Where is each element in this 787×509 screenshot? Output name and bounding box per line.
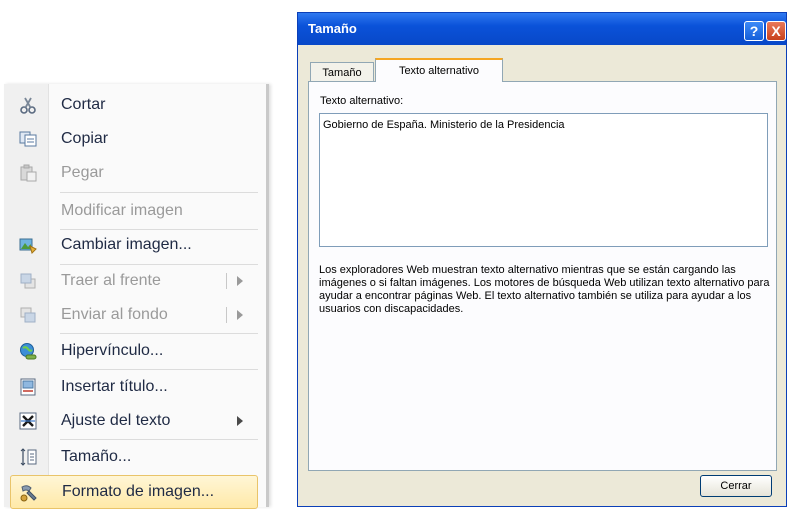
format-picture-icon (19, 483, 39, 503)
menu-item-ajuste-del-texto[interactable]: Ajuste del texto (4, 404, 266, 438)
tab-texto-alternativo[interactable]: Texto alternativo (375, 58, 503, 82)
tab-panel: Texto alternativo: Gobierno de España. M… (308, 81, 777, 471)
scissors-icon (18, 95, 38, 115)
menu-item-label: Hipervínculo... (61, 342, 164, 359)
insert-caption-icon (18, 377, 38, 397)
menu-separator (60, 192, 258, 193)
close-button[interactable]: Cerrar (700, 475, 772, 497)
alt-text-description: Los exploradores Web muestran texto alte… (319, 264, 770, 315)
menu-item-pegar[interactable]: Pegar (4, 156, 266, 190)
tab-tamano[interactable]: Tamaño (310, 62, 374, 82)
menu-item-label: Formato de imagen... (62, 483, 215, 500)
hyperlink-icon (18, 341, 38, 361)
menu-item-label: Cambiar imagen... (61, 236, 192, 253)
menu-item-label: Ajuste del texto (61, 412, 171, 429)
context-menu: Cortar Copiar Pegar Modificar imagen Cam… (4, 84, 269, 509)
dialog-title: Tamaño (308, 21, 357, 36)
alt-text-field[interactable]: Gobierno de España. Ministerio de la Pre… (319, 113, 768, 247)
copy-icon (18, 129, 38, 149)
send-to-back-icon (18, 305, 38, 325)
menu-item-insertar-titulo[interactable]: Insertar título... (4, 370, 266, 404)
menu-item-label: Modificar imagen (61, 202, 183, 219)
bring-to-front-icon (18, 271, 38, 291)
alt-text-label: Texto alternativo: (320, 95, 404, 107)
menu-item-copiar[interactable]: Copiar (4, 122, 266, 156)
menu-item-label: Tamaño... (61, 448, 132, 465)
menu-item-enviar-al-fondo[interactable]: Enviar al fondo (4, 298, 266, 332)
submenu-arrow-icon (237, 276, 243, 286)
size-dialog: Tamaño ? X Tamaño Texto alternativo Text… (297, 12, 787, 507)
submenu-arrow-icon (237, 416, 243, 426)
menu-item-modificar-imagen[interactable]: Modificar imagen (4, 194, 266, 228)
close-window-button[interactable]: X (766, 21, 786, 41)
submenu-divider (226, 273, 227, 289)
menu-item-tamano[interactable]: Tamaño... (4, 440, 266, 474)
help-button[interactable]: ? (744, 21, 764, 41)
submenu-divider (226, 307, 227, 323)
menu-item-label: Enviar al fondo (61, 306, 168, 323)
change-picture-icon (18, 235, 38, 255)
menu-item-hipervinculo[interactable]: Hipervínculo... (4, 334, 266, 368)
menu-item-label: Cortar (61, 96, 106, 113)
paste-icon (18, 163, 38, 183)
text-wrap-icon (18, 411, 38, 431)
menu-item-cortar[interactable]: Cortar (4, 88, 266, 122)
size-icon (18, 447, 38, 467)
menu-item-formato-de-imagen[interactable]: Formato de imagen... (10, 475, 258, 509)
submenu-arrow-icon (237, 310, 243, 320)
menu-item-label: Copiar (61, 130, 109, 147)
menu-item-label: Pegar (61, 164, 104, 181)
dialog-titlebar[interactable]: Tamaño ? X (298, 13, 786, 45)
menu-item-traer-al-frente[interactable]: Traer al frente (4, 264, 266, 298)
menu-item-label: Insertar título... (61, 378, 168, 395)
menu-item-label: Traer al frente (61, 272, 161, 289)
menu-item-cambiar-imagen[interactable]: Cambiar imagen... (4, 228, 266, 262)
